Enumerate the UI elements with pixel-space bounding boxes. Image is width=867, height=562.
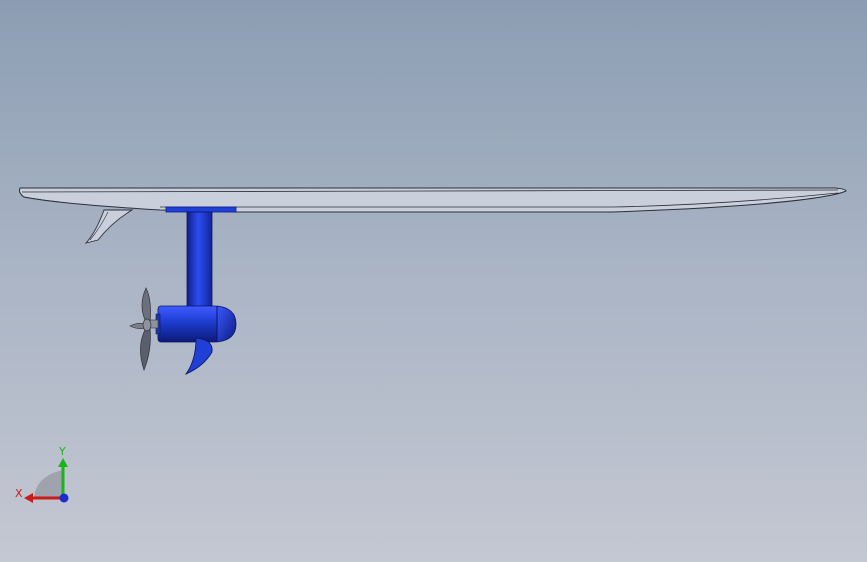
triad-x-arrowhead [24,493,33,503]
triad-plane [34,470,63,498]
triad-x-label: X [15,487,23,500]
triad-y-arrowhead [58,458,68,467]
triad-y-label: Y [58,445,66,458]
triad-z-axis [59,493,69,503]
orientation-triad[interactable]: Y X [0,0,867,562]
graphics-viewport[interactable]: Y X [0,0,867,562]
